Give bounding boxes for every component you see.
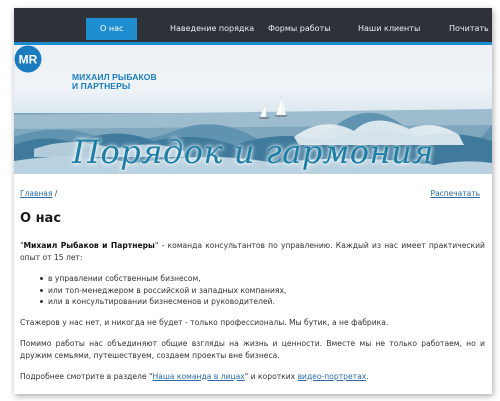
list-item: или в консультировании бизнесменов и рук… — [40, 296, 485, 308]
paragraph-more-info: Подробнее смотрите в разделе "Наша коман… — [20, 371, 369, 381]
header-banner: MR МИХАИЛ РЫБАКОВ И ПАРТНЕРЫ Порядок и г… — [14, 45, 492, 174]
list-item: в управлении собственным бизнесом, — [40, 273, 485, 285]
svg-text:MR: MR — [19, 53, 38, 67]
intro-paragraph: "Михаил Рыбаков и Партнеры" - команда ко… — [20, 241, 485, 262]
nav-item-order[interactable]: Наведение порядка — [170, 18, 254, 40]
experience-list: в управлении собственным бизнесом, или т… — [20, 273, 485, 308]
nav-item-clients[interactable]: Наши клиенты — [358, 18, 420, 40]
logo-line-2: И ПАРТНЕРЫ — [72, 81, 131, 91]
mr-logo-icon: MR — [14, 45, 42, 73]
nav-item-reading[interactable]: Почитать — [449, 18, 489, 40]
nav-item-about[interactable]: О нас — [86, 18, 138, 40]
nav-item-work-forms[interactable]: Формы работы — [268, 18, 331, 40]
breadcrumb: Главная / — [20, 189, 57, 198]
print-link[interactable]: Распечатать — [430, 189, 480, 198]
page-title: О нас — [20, 211, 62, 226]
paragraph-no-interns: Стажеров у нас нет, и никогда не будет -… — [20, 317, 389, 327]
top-navigation: О нас Наведение порядка Формы работы Наш… — [14, 8, 492, 45]
video-portraits-link[interactable]: видео-портретах — [298, 372, 367, 381]
list-item: или топ-менеджером в российской и западн… — [40, 285, 485, 297]
banner-tagline: Порядок и гармония — [72, 133, 434, 171]
company-name: Михаил Рыбаков и Партнеры — [23, 241, 155, 250]
main-content: "Михаил Рыбаков и Партнеры" - команда ко… — [20, 240, 485, 392]
breadcrumb-separator: / — [54, 189, 58, 198]
company-logo-text[interactable]: МИХАИЛ РЫБАКОВ И ПАРТНЕРЫ — [72, 73, 157, 91]
team-link[interactable]: Наша команда в лицах — [152, 372, 244, 381]
breadcrumb-home-link[interactable]: Главная — [20, 189, 52, 198]
page-frame: О нас Наведение порядка Формы работы Наш… — [14, 8, 492, 394]
paragraph-values: Помимо работы нас объединяют общие взгля… — [20, 338, 485, 360]
